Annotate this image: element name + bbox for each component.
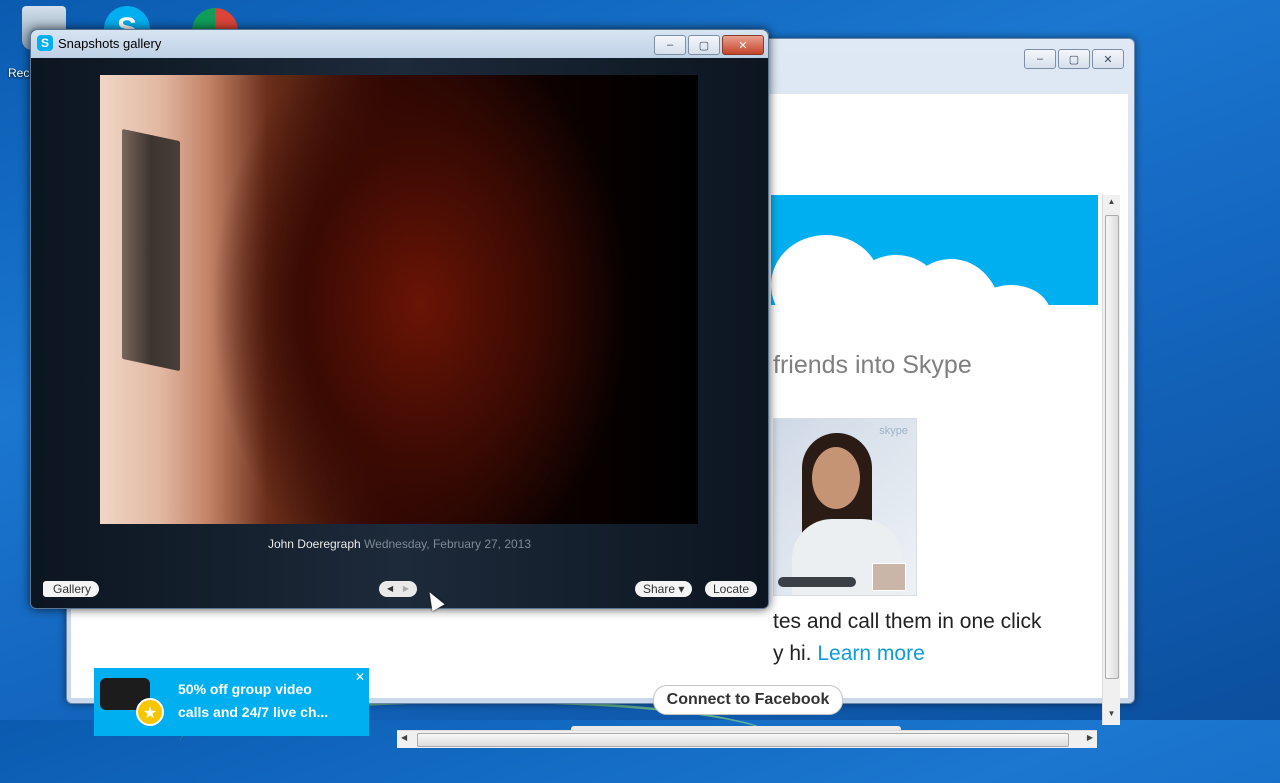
caption-name: John Doeregraph bbox=[267, 537, 361, 551]
caption-date: Wednesday, February 27, 2013 bbox=[364, 537, 532, 551]
picture-frame bbox=[122, 128, 180, 372]
window-controls: – ▢ ✕ bbox=[654, 35, 764, 55]
headline: friends into Skype bbox=[773, 351, 972, 379]
vertical-scrollbar[interactable]: ▲ ▼ bbox=[1102, 195, 1120, 725]
promo-banner[interactable]: ★ 50% off group video calls and 24/7 liv… bbox=[94, 668, 369, 736]
promo-text: 50% off group video calls and 24/7 live … bbox=[178, 678, 328, 724]
recycle-bin-label: Rec bbox=[8, 66, 30, 80]
window-controls: – ▢ ✕ bbox=[1024, 49, 1124, 69]
promo-line2: calls and 24/7 live ch... bbox=[178, 704, 329, 720]
maximize-button[interactable]: ▢ bbox=[688, 35, 720, 55]
next-icon[interactable]: ▶ bbox=[403, 581, 409, 597]
scroll-thumb-horizontal[interactable] bbox=[417, 733, 1069, 747]
scroll-down-icon[interactable]: ▼ bbox=[1103, 709, 1120, 723]
close-promo-icon[interactable]: ✕ bbox=[355, 670, 365, 684]
window-title: Snapshots gallery bbox=[58, 36, 162, 51]
star-icon: ★ bbox=[136, 698, 164, 726]
previous-icon[interactable]: ◀ bbox=[387, 581, 393, 597]
maximize-button[interactable]: ▢ bbox=[1058, 49, 1090, 69]
snapshots-gallery-window[interactable]: S Snapshots gallery – ▢ ✕ John Doeregrap… bbox=[30, 29, 769, 609]
connect-facebook-button[interactable]: Connect to Facebook bbox=[653, 685, 843, 715]
scroll-up-icon[interactable]: ▲ bbox=[1103, 197, 1120, 211]
close-button[interactable]: ✕ bbox=[1092, 49, 1124, 69]
snapshot-caption: John Doeregraph Wednesday, February 27, … bbox=[31, 537, 768, 551]
skype-watermark: skype bbox=[879, 425, 908, 437]
scroll-thumb[interactable] bbox=[1105, 215, 1119, 679]
share-button[interactable]: Share ▾ bbox=[635, 581, 693, 597]
skype-icon: S bbox=[37, 35, 53, 51]
snapshot-viewer bbox=[100, 75, 698, 524]
scroll-right-icon[interactable]: ▶ bbox=[1087, 733, 1093, 742]
self-view-thumbnail bbox=[872, 563, 906, 591]
gallery-button[interactable]: Gallery bbox=[43, 581, 100, 597]
horizontal-scrollbar[interactable]: ◀ ▶ bbox=[397, 730, 1097, 748]
cloud-banner bbox=[771, 195, 1098, 305]
snapshot-nav: ◀ ▶ bbox=[379, 581, 417, 597]
body-text-line1: tes and call them in one click bbox=[773, 610, 1042, 633]
minimize-button[interactable]: – bbox=[1024, 49, 1056, 69]
locate-button[interactable]: Locate bbox=[705, 581, 758, 597]
learn-more-link[interactable]: Learn more bbox=[817, 642, 924, 665]
minimize-button[interactable]: – bbox=[654, 35, 686, 55]
video-call-photo: skype bbox=[773, 418, 917, 596]
scroll-left-icon[interactable]: ◀ bbox=[401, 733, 407, 742]
promo-line1: 50% off group video bbox=[178, 681, 312, 697]
title-bar[interactable]: S Snapshots gallery – ▢ ✕ bbox=[31, 30, 768, 58]
body-text-line2: y hi. Learn more bbox=[773, 642, 925, 666]
close-button[interactable]: ✕ bbox=[722, 35, 764, 55]
body-text-prefix: y hi. bbox=[773, 642, 812, 665]
snapshot-image bbox=[100, 75, 698, 524]
